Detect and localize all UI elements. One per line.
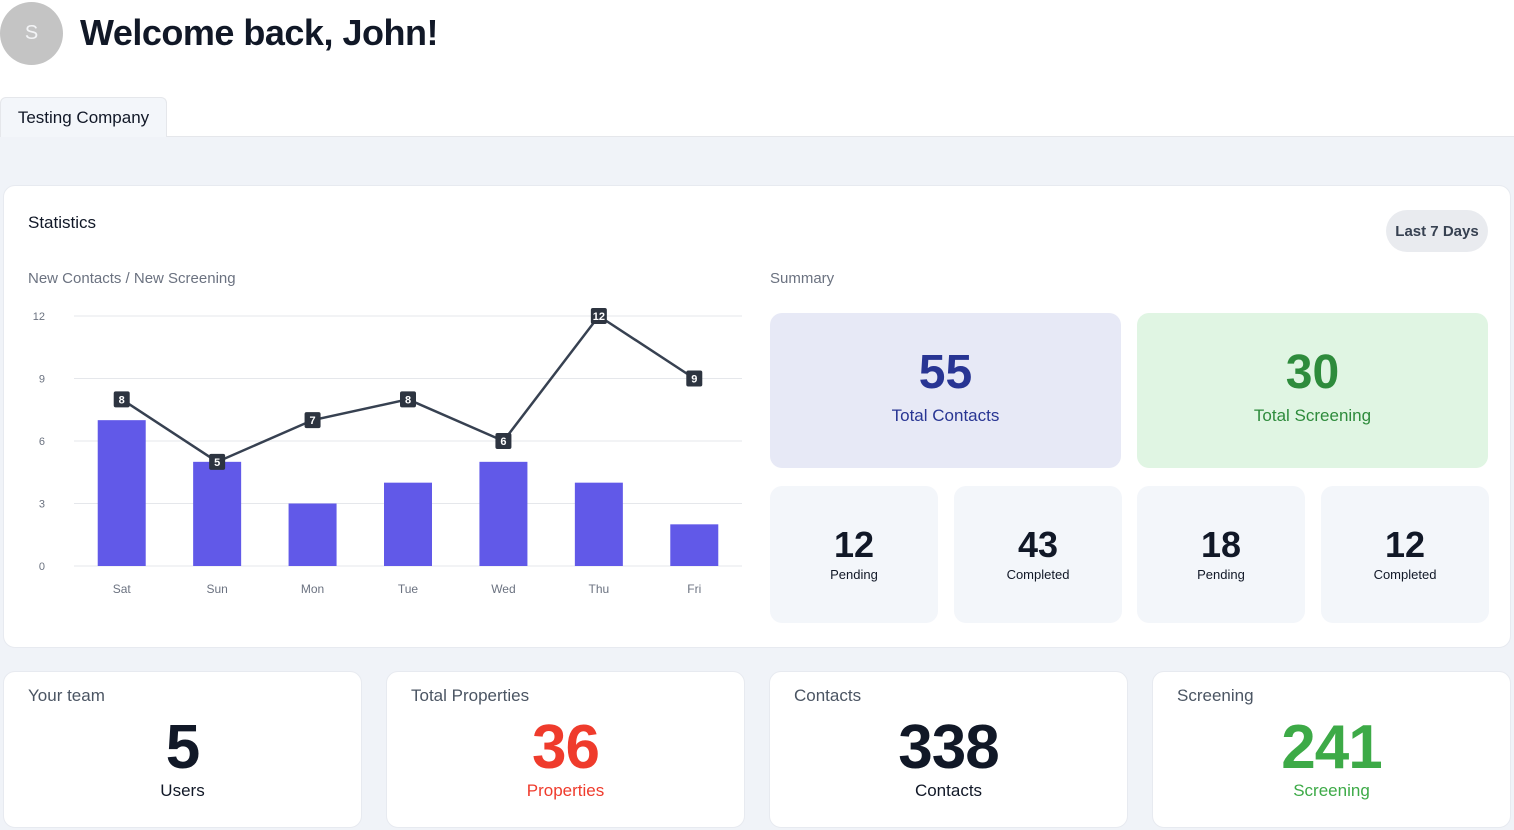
screening-completed-label: Completed bbox=[1373, 567, 1437, 582]
properties-card-title: Total Properties bbox=[411, 686, 530, 705]
bar bbox=[193, 461, 242, 566]
contacts-card-value: 338 bbox=[898, 713, 999, 782]
screening-completed-box: 12 Completed bbox=[1321, 486, 1489, 623]
x-tick-label: Wed bbox=[491, 582, 515, 596]
total-contacts-box: 55 Total Contacts bbox=[770, 313, 1121, 468]
properties-card-value: 36 bbox=[532, 713, 600, 782]
total-contacts-value: 55 bbox=[918, 346, 973, 399]
bar bbox=[97, 420, 146, 566]
statistics-title: Statistics bbox=[28, 213, 97, 232]
x-tick-label: Sun bbox=[206, 582, 227, 596]
statistics-card: Statistics Last 7 Days New Contacts / Ne… bbox=[3, 185, 1511, 648]
y-tick-label: 3 bbox=[39, 499, 45, 511]
team-card-label: Users bbox=[160, 781, 205, 800]
properties-card-label: Properties bbox=[526, 781, 605, 800]
total-screening-box: 30 Total Screening bbox=[1137, 313, 1488, 468]
contacts-completed-value: 43 bbox=[1017, 524, 1059, 565]
contacts-completed-label: Completed bbox=[1006, 567, 1070, 582]
screening-card-label: Screening bbox=[1293, 781, 1370, 800]
contacts-screening-chart: 0 3 6 9 12 Sat Sun Mon Tue Wed Thu Fri 8 5 7 8 6 12 9 bbox=[33, 308, 742, 596]
total-screening-label: Total Screening bbox=[1253, 406, 1372, 425]
data-label: 8 bbox=[405, 394, 411, 406]
screening-pending-box: 18 Pending bbox=[1137, 486, 1305, 623]
contacts-pending-value: 12 bbox=[833, 524, 875, 565]
screening-card-value: 241 bbox=[1281, 713, 1382, 782]
screening-completed-value: 12 bbox=[1384, 524, 1426, 565]
total-screening-value: 30 bbox=[1285, 346, 1340, 399]
data-label: 12 bbox=[593, 311, 605, 323]
y-tick-label: 12 bbox=[33, 311, 45, 323]
team-card-title: Your team bbox=[28, 686, 105, 705]
bar bbox=[384, 482, 432, 566]
data-label: 8 bbox=[119, 394, 125, 406]
x-tick-label: Fri bbox=[687, 582, 701, 596]
data-label: 7 bbox=[310, 415, 316, 427]
bar bbox=[288, 503, 337, 566]
avatar[interactable]: S bbox=[0, 2, 63, 65]
tab-bar: Testing Company bbox=[0, 97, 1514, 138]
chart-title: New Contacts / New Screening bbox=[28, 270, 236, 287]
summary-title: Summary bbox=[770, 270, 835, 287]
x-tick-label: Tue bbox=[398, 582, 419, 596]
x-tick-label: Mon bbox=[301, 582, 324, 596]
header: S Welcome back, John! bbox=[0, 0, 1514, 68]
x-tick-label: Thu bbox=[589, 582, 610, 596]
contacts-card-title: Contacts bbox=[794, 686, 862, 705]
team-card-value: 5 bbox=[165, 713, 200, 782]
screening-pending-label: Pending bbox=[1197, 567, 1245, 582]
series-line bbox=[121, 314, 695, 464]
contacts-card[interactable]: Contacts 338 Contacts bbox=[769, 671, 1128, 828]
y-tick-label: 6 bbox=[39, 436, 45, 448]
bar bbox=[670, 524, 719, 566]
contacts-completed-box: 43 Completed bbox=[954, 486, 1122, 623]
screening-card[interactable]: Screening 241 Screening bbox=[1152, 671, 1511, 828]
avatar-initial: S bbox=[24, 22, 39, 44]
x-tick-label: Sat bbox=[113, 582, 132, 596]
total-contacts-label: Total Contacts bbox=[891, 406, 1000, 425]
properties-card[interactable]: Total Properties 36 Properties bbox=[386, 671, 745, 828]
y-tick-label: 9 bbox=[39, 374, 45, 386]
bar bbox=[574, 482, 623, 566]
screening-card-title: Screening bbox=[1177, 686, 1254, 705]
contacts-pending-label: Pending bbox=[830, 567, 878, 582]
bar bbox=[479, 461, 528, 566]
y-tick-label: 0 bbox=[39, 561, 45, 573]
contacts-pending-box: 12 Pending bbox=[770, 486, 938, 623]
data-label: 9 bbox=[691, 374, 697, 386]
data-label: 5 bbox=[214, 457, 220, 469]
team-card[interactable]: Your team 5 Users bbox=[3, 671, 362, 828]
contacts-card-label: Contacts bbox=[914, 781, 983, 800]
screening-pending-value: 18 bbox=[1200, 524, 1242, 565]
tab-testing-company[interactable]: Testing Company bbox=[0, 97, 167, 138]
data-label: 6 bbox=[500, 436, 506, 448]
date-range-button[interactable]: Last 7 Days bbox=[1386, 210, 1488, 252]
page-title: Welcome back, John! bbox=[80, 12, 438, 53]
